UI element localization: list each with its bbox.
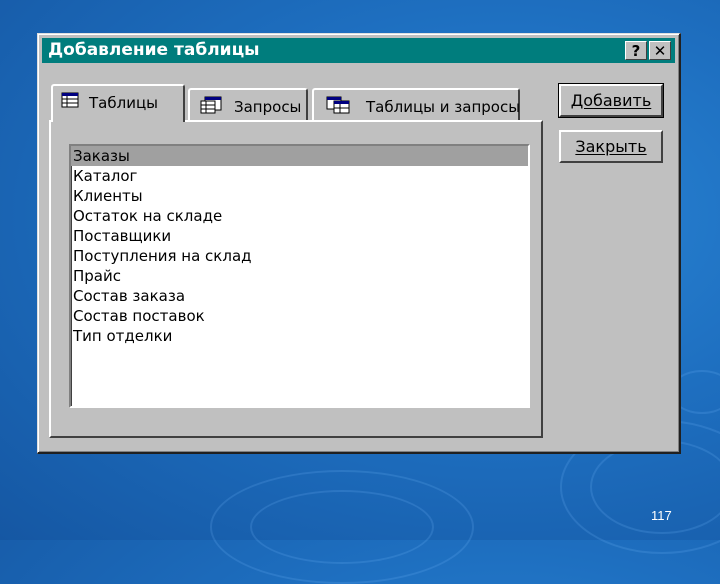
title-bar: Добавление таблицы ? ✕ xyxy=(42,38,675,63)
tab-tables-and-queries-label: Таблицы и запросы xyxy=(366,98,521,116)
tables-listbox[interactable]: Заказы Каталог Клиенты Остаток на складе… xyxy=(69,144,530,408)
list-item[interactable]: Клиенты xyxy=(71,186,528,206)
help-button[interactable]: ? xyxy=(625,41,647,60)
close-button[interactable]: Закрыть xyxy=(559,130,663,163)
list-item[interactable]: Состав поставок xyxy=(71,306,528,326)
page-number: 117 xyxy=(651,508,672,523)
tables-and-queries-icon xyxy=(326,96,350,118)
dialog-title: Добавление таблицы xyxy=(48,40,260,60)
list-item[interactable]: Тип отделки xyxy=(71,326,528,346)
list-item[interactable]: Прайс xyxy=(71,266,528,286)
table-icon xyxy=(61,92,79,112)
close-window-button[interactable]: ✕ xyxy=(649,41,671,60)
tab-panel: Заказы Каталог Клиенты Остаток на складе… xyxy=(49,120,543,438)
query-icon xyxy=(200,96,222,118)
list-item[interactable]: Состав заказа xyxy=(71,286,528,306)
tab-tables-label: Таблицы xyxy=(89,94,158,112)
list-item[interactable]: Поступления на склад xyxy=(71,246,528,266)
tab-tables[interactable]: Таблицы xyxy=(51,84,185,122)
list-item[interactable]: Остаток на складе xyxy=(71,206,528,226)
tab-queries[interactable]: Запросы xyxy=(188,88,308,122)
add-table-dialog: Добавление таблицы ? ✕ Таблицы Запросы Т… xyxy=(37,33,681,454)
tab-queries-label: Запросы xyxy=(234,98,302,116)
list-item[interactable]: Заказы xyxy=(71,146,528,166)
list-item[interactable]: Каталог xyxy=(71,166,528,186)
list-item[interactable]: Поставщики xyxy=(71,226,528,246)
add-button[interactable]: Добавить xyxy=(558,83,664,118)
tab-tables-and-queries[interactable]: Таблицы и запросы xyxy=(312,88,520,122)
